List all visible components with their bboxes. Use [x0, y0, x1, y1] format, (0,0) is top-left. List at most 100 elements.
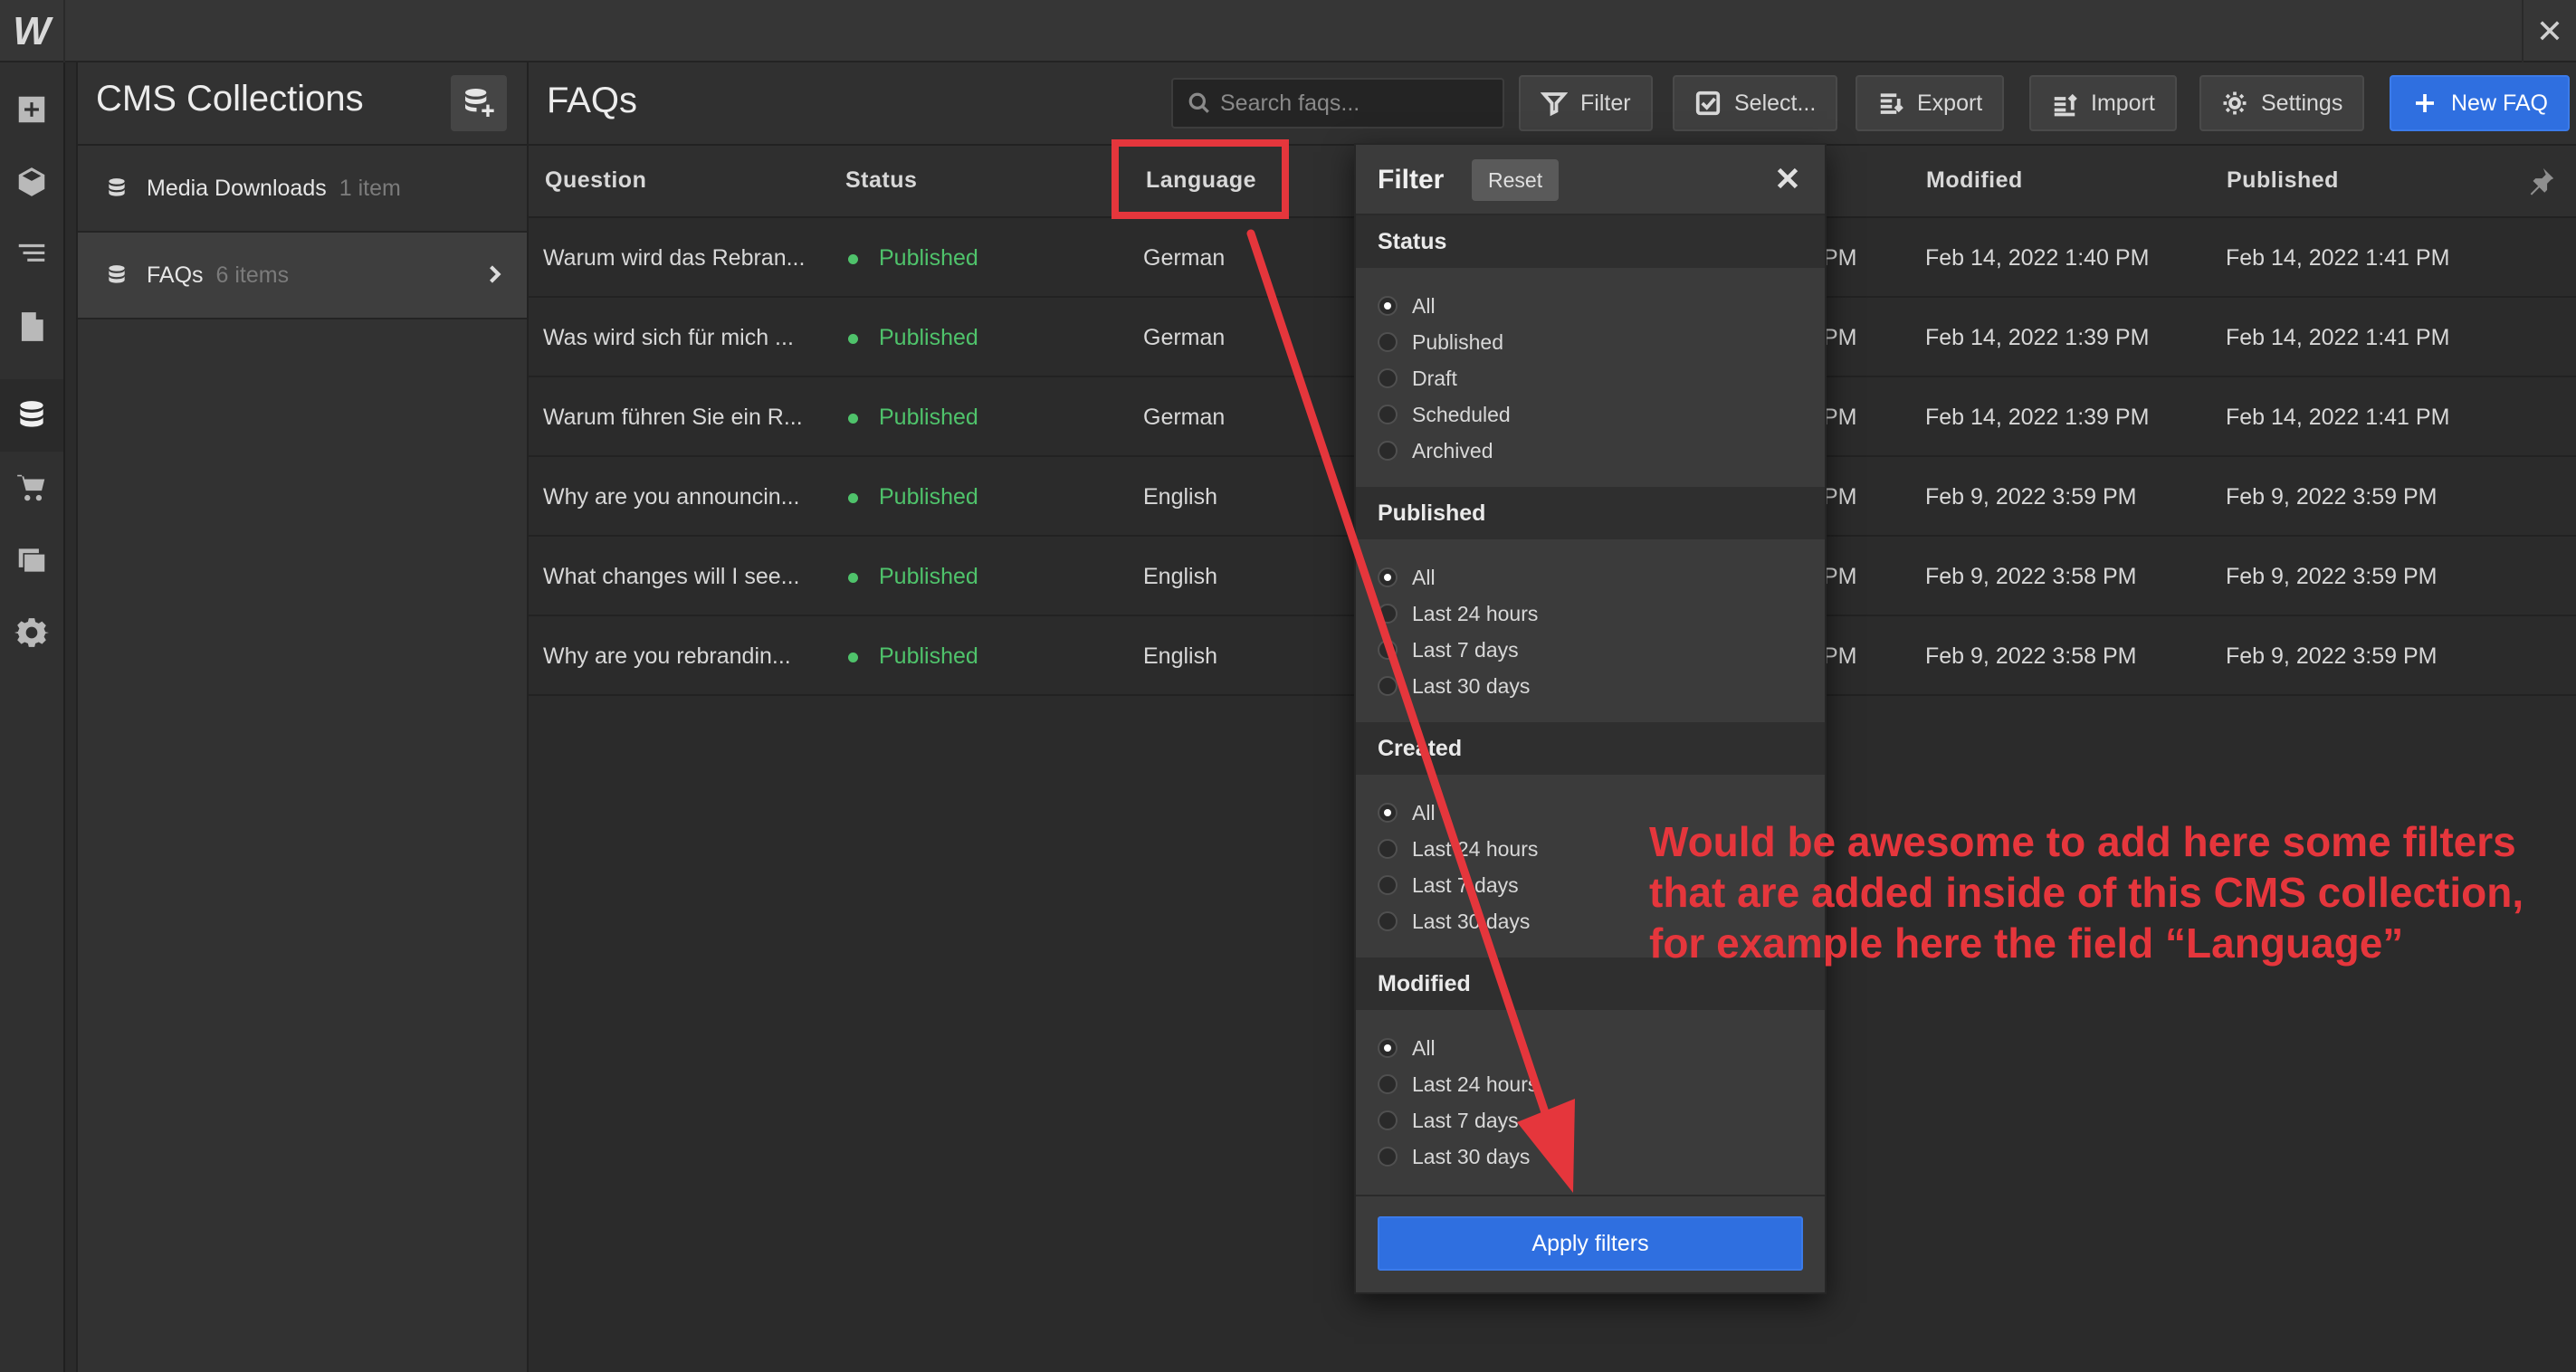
radio-option[interactable]: Scheduled: [1356, 396, 1825, 433]
modified-cell: Feb 9, 2022 3:59 PM: [1925, 484, 2137, 510]
option-label: Scheduled: [1412, 403, 1511, 426]
question-cell: Warum führen Sie ein R...: [543, 405, 803, 430]
modified-cell: Feb 14, 2022 1:39 PM: [1925, 325, 2150, 350]
add-icon[interactable]: [0, 73, 63, 146]
radio-button[interactable]: [1378, 405, 1398, 424]
option-label: All: [1412, 1036, 1436, 1060]
option-label: Published: [1412, 330, 1504, 354]
ecommerce-icon[interactable]: [0, 452, 63, 524]
radio-option[interactable]: Last 7 days: [1356, 1102, 1825, 1139]
settings-icon[interactable]: [0, 596, 63, 669]
radio-button[interactable]: [1378, 1110, 1398, 1130]
radio-button[interactable]: [1378, 803, 1398, 823]
status-cell: Published: [879, 405, 978, 430]
published-cell: Feb 9, 2022 3:59 PM: [2226, 643, 2438, 669]
add-collection-button[interactable]: [451, 75, 507, 131]
filter-section-modified: Modified All Last 24 hours Last 7 days L…: [1356, 958, 1825, 1175]
radio-button[interactable]: [1378, 296, 1398, 316]
created-cell: PM: [1823, 405, 1857, 430]
settings-button[interactable]: Settings: [2199, 75, 2365, 131]
collections-header: CMS Collections: [78, 62, 527, 146]
created-cell: PM: [1823, 564, 1857, 589]
radio-button[interactable]: [1378, 567, 1398, 587]
radio-button[interactable]: [1378, 875, 1398, 895]
radio-button[interactable]: [1378, 640, 1398, 660]
reset-button[interactable]: Reset: [1472, 159, 1560, 201]
pin-icon[interactable]: [2525, 166, 2556, 196]
apply-filters-button[interactable]: Apply filters: [1378, 1216, 1803, 1271]
option-label: Last 30 days: [1412, 1145, 1531, 1168]
language-cell: English: [1143, 484, 1217, 510]
column-status[interactable]: Status: [845, 167, 917, 194]
filter-title: Filter: [1378, 165, 1445, 195]
close-icon[interactable]: [1770, 161, 1805, 195]
box-icon[interactable]: [0, 146, 63, 218]
modified-cell: Feb 14, 2022 1:39 PM: [1925, 405, 2150, 430]
radio-button[interactable]: [1378, 332, 1398, 352]
new-faq-label: New FAQ: [2451, 90, 2548, 116]
select-label: Select...: [1734, 90, 1817, 116]
collection-item-faqs[interactable]: FAQs 6 items: [78, 233, 527, 319]
import-icon: [2054, 93, 2077, 117]
export-button[interactable]: Export: [1856, 75, 2005, 131]
question-cell: Why are you announcin...: [543, 484, 800, 510]
radio-option[interactable]: Published: [1356, 324, 1825, 360]
page-title: FAQs: [547, 81, 638, 120]
collection-toolbar: FAQs Filter Select... Export Import: [529, 62, 2576, 146]
column-question[interactable]: Question: [545, 167, 646, 194]
radio-option[interactable]: All: [1356, 288, 1825, 324]
radio-option[interactable]: Last 24 hours: [1356, 595, 1825, 632]
radio-button[interactable]: [1378, 441, 1398, 461]
radio-option[interactable]: Draft: [1356, 360, 1825, 396]
column-published[interactable]: Published: [2227, 167, 2339, 194]
radio-button[interactable]: [1378, 839, 1398, 859]
close-icon[interactable]: ✕: [2522, 0, 2576, 62]
cms-icon[interactable]: [0, 379, 63, 452]
language-cell: German: [1143, 245, 1226, 271]
settings-label: Settings: [2261, 90, 2343, 116]
search-input[interactable]: [1220, 90, 1492, 117]
option-label: All: [1412, 294, 1436, 318]
pages-icon[interactable]: [0, 291, 63, 363]
radio-option[interactable]: Last 30 days: [1356, 1139, 1825, 1175]
radio-button[interactable]: [1378, 604, 1398, 624]
published-cell: Feb 14, 2022 1:41 PM: [2226, 325, 2450, 350]
database-icon: [105, 263, 129, 287]
radio-option[interactable]: All: [1356, 1030, 1825, 1066]
radio-button[interactable]: [1378, 368, 1398, 388]
radio-button[interactable]: [1378, 676, 1398, 696]
gear-icon: [2223, 91, 2247, 115]
top-bar: W ✕: [0, 0, 2576, 62]
created-cell: PM: [1823, 325, 1857, 350]
radio-button[interactable]: [1378, 1074, 1398, 1094]
navigator-icon[interactable]: [0, 218, 63, 291]
filter-popover: Filter Reset Status All Published Draft …: [1354, 143, 1827, 1294]
language-cell: English: [1143, 643, 1217, 669]
radio-option[interactable]: Last 24 hours: [1356, 1066, 1825, 1102]
radio-option[interactable]: Last 7 days: [1356, 632, 1825, 668]
modified-cell: Feb 14, 2022 1:40 PM: [1925, 245, 2150, 271]
search-icon: [1188, 92, 1209, 113]
radio-option[interactable]: All: [1356, 559, 1825, 595]
radio-button[interactable]: [1378, 1038, 1398, 1058]
question-cell: Why are you rebrandin...: [543, 643, 791, 669]
filter-button[interactable]: Filter: [1519, 75, 1653, 131]
radio-button[interactable]: [1378, 911, 1398, 931]
option-label: Last 7 days: [1412, 638, 1519, 662]
import-button[interactable]: Import: [2029, 75, 2177, 131]
column-modified[interactable]: Modified: [1926, 167, 2023, 194]
select-button[interactable]: Select...: [1673, 75, 1838, 131]
option-label: All: [1412, 566, 1436, 589]
search-box[interactable]: [1171, 78, 1504, 129]
status-dot: [848, 414, 858, 424]
radio-button[interactable]: [1378, 1147, 1398, 1167]
collection-item-media-downloads[interactable]: Media Downloads 1 item: [78, 146, 527, 233]
radio-option[interactable]: Archived: [1356, 433, 1825, 469]
collection-count: 1 item: [339, 175, 401, 201]
assets-icon[interactable]: [0, 524, 63, 596]
import-label: Import: [2091, 90, 2155, 116]
radio-option[interactable]: Last 30 days: [1356, 668, 1825, 704]
status-cell: Published: [879, 325, 978, 350]
new-faq-button[interactable]: New FAQ: [2390, 75, 2570, 131]
published-cell: Feb 9, 2022 3:59 PM: [2226, 484, 2438, 510]
